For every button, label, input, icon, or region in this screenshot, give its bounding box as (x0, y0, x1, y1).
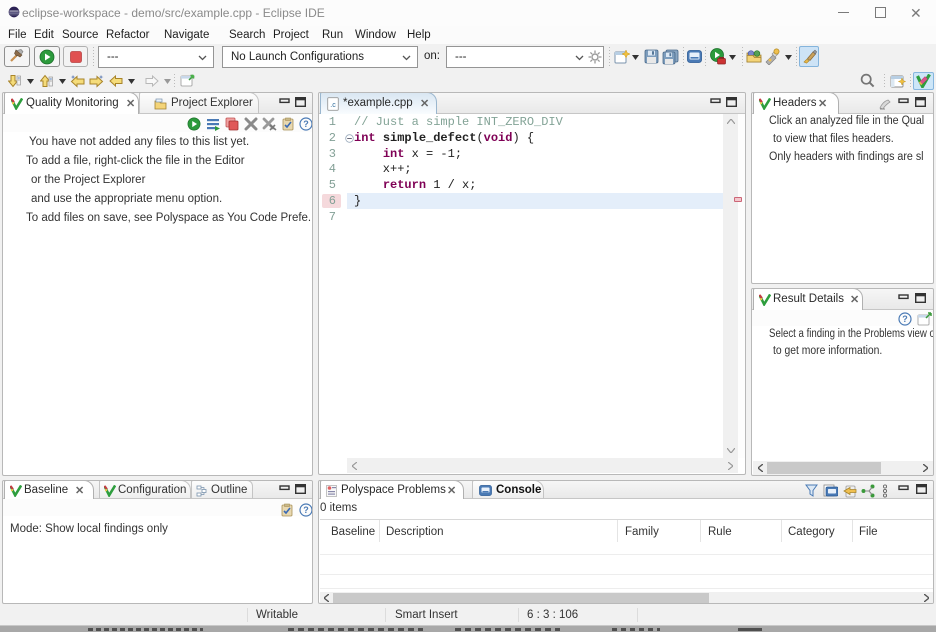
svg-text:?: ? (902, 314, 908, 324)
svg-text:?: ? (303, 119, 309, 129)
svg-text:?: ? (303, 505, 309, 515)
svg-text:.c: .c (330, 102, 336, 109)
